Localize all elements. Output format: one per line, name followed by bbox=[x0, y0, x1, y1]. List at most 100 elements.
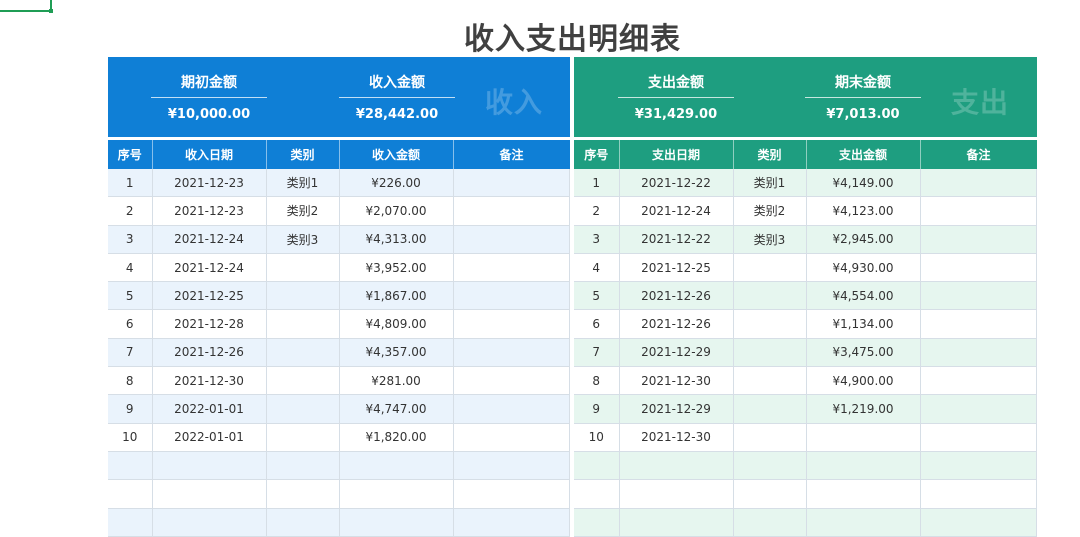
expense-cell-amount[interactable] bbox=[806, 423, 921, 452]
income-cell-category[interactable] bbox=[266, 281, 340, 311]
expense-cell-note[interactable] bbox=[920, 253, 1037, 283]
expense-cell-category[interactable]: 类别3 bbox=[733, 225, 807, 254]
income-cell-seq[interactable]: 4 bbox=[108, 253, 153, 283]
income-col-date-header[interactable]: 收入日期 bbox=[152, 140, 267, 169]
expense-cell-amount[interactable]: ¥4,149.00 bbox=[806, 169, 921, 198]
expense-cell-note[interactable] bbox=[920, 338, 1037, 368]
income-col-note-header[interactable]: 备注 bbox=[453, 140, 570, 169]
income-cell-amount[interactable]: ¥1,867.00 bbox=[339, 281, 454, 311]
expense-cell-category[interactable] bbox=[733, 451, 807, 481]
income-cell-seq[interactable]: 3 bbox=[108, 225, 153, 254]
income-cell-seq[interactable]: 5 bbox=[108, 281, 153, 311]
income-cell-note[interactable] bbox=[453, 169, 570, 198]
expense-cell-note[interactable] bbox=[920, 169, 1037, 198]
expense-cell-date[interactable] bbox=[619, 451, 734, 481]
expense-cell-seq[interactable]: 8 bbox=[574, 366, 620, 396]
income-cell-seq[interactable]: 10 bbox=[108, 423, 153, 452]
expense-cell-date[interactable]: 2021-12-22 bbox=[619, 225, 734, 254]
income-cell-note[interactable] bbox=[453, 281, 570, 311]
income-cell-date[interactable]: 2021-12-23 bbox=[152, 169, 267, 198]
income-cell-date[interactable]: 2021-12-28 bbox=[152, 309, 267, 339]
expense-cell-date[interactable]: 2021-12-26 bbox=[619, 309, 734, 339]
expense-col-date-header[interactable]: 支出日期 bbox=[619, 140, 734, 169]
income-cell-date[interactable]: 2022-01-01 bbox=[152, 394, 267, 424]
expense-cell-note[interactable] bbox=[920, 309, 1037, 339]
expense-cell-amount[interactable]: ¥4,123.00 bbox=[806, 196, 921, 226]
income-cell-seq[interactable]: 8 bbox=[108, 366, 153, 396]
income-cell-category[interactable] bbox=[266, 338, 340, 368]
expense-cell-seq[interactable] bbox=[574, 508, 620, 537]
income-cell-note[interactable] bbox=[453, 253, 570, 283]
expense-cell-amount[interactable]: ¥1,134.00 bbox=[806, 309, 921, 339]
expense-cell-seq[interactable]: 10 bbox=[574, 423, 620, 452]
income-cell-note[interactable] bbox=[453, 451, 570, 481]
income-cell-seq[interactable] bbox=[108, 479, 153, 509]
expense-cell-seq[interactable] bbox=[574, 479, 620, 509]
income-cell-date[interactable]: 2021-12-30 bbox=[152, 366, 267, 396]
income-cell-amount[interactable] bbox=[339, 451, 454, 481]
expense-cell-category[interactable] bbox=[733, 281, 807, 311]
income-cell-amount[interactable]: ¥4,747.00 bbox=[339, 394, 454, 424]
income-cell-seq[interactable] bbox=[108, 451, 153, 481]
income-cell-seq[interactable]: 6 bbox=[108, 309, 153, 339]
income-cell-date[interactable]: 2021-12-25 bbox=[152, 281, 267, 311]
income-cell-amount[interactable]: ¥4,357.00 bbox=[339, 338, 454, 368]
income-cell-date[interactable]: 2021-12-24 bbox=[152, 253, 267, 283]
expense-cell-seq[interactable]: 9 bbox=[574, 394, 620, 424]
income-cell-category[interactable] bbox=[266, 479, 340, 509]
income-cell-amount[interactable] bbox=[339, 508, 454, 537]
expense-cell-date[interactable]: 2021-12-30 bbox=[619, 366, 734, 396]
income-cell-date[interactable] bbox=[152, 479, 267, 509]
expense-cell-note[interactable] bbox=[920, 394, 1037, 424]
income-cell-category[interactable] bbox=[266, 423, 340, 452]
income-cell-note[interactable] bbox=[453, 423, 570, 452]
expense-cell-date[interactable]: 2021-12-22 bbox=[619, 169, 734, 198]
expense-cell-date[interactable]: 2021-12-25 bbox=[619, 253, 734, 283]
expense-cell-category[interactable] bbox=[733, 423, 807, 452]
expense-col-category-header[interactable]: 类别 bbox=[733, 140, 807, 169]
income-cell-note[interactable] bbox=[453, 394, 570, 424]
expense-cell-amount[interactable]: ¥3,475.00 bbox=[806, 338, 921, 368]
expense-cell-note[interactable] bbox=[920, 281, 1037, 311]
income-cell-category[interactable] bbox=[266, 451, 340, 481]
income-cell-category[interactable]: 类别1 bbox=[266, 169, 340, 198]
expense-cell-date[interactable]: 2021-12-26 bbox=[619, 281, 734, 311]
expense-cell-amount[interactable]: ¥1,219.00 bbox=[806, 394, 921, 424]
income-cell-seq[interactable]: 9 bbox=[108, 394, 153, 424]
expense-cell-category[interactable] bbox=[733, 309, 807, 339]
expense-cell-category[interactable] bbox=[733, 338, 807, 368]
expense-cell-seq[interactable]: 4 bbox=[574, 253, 620, 283]
expense-cell-amount[interactable] bbox=[806, 479, 921, 509]
expense-cell-amount[interactable]: ¥4,930.00 bbox=[806, 253, 921, 283]
income-cell-seq[interactable]: 7 bbox=[108, 338, 153, 368]
income-cell-amount[interactable] bbox=[339, 479, 454, 509]
expense-cell-amount[interactable]: ¥4,900.00 bbox=[806, 366, 921, 396]
income-cell-seq[interactable]: 2 bbox=[108, 196, 153, 226]
expense-cell-date[interactable] bbox=[619, 479, 734, 509]
expense-cell-category[interactable]: 类别1 bbox=[733, 169, 807, 198]
expense-cell-category[interactable] bbox=[733, 394, 807, 424]
expense-cell-category[interactable]: 类别2 bbox=[733, 196, 807, 226]
income-cell-category[interactable] bbox=[266, 394, 340, 424]
expense-cell-amount[interactable]: ¥2,945.00 bbox=[806, 225, 921, 254]
expense-cell-date[interactable]: 2021-12-24 bbox=[619, 196, 734, 226]
expense-cell-amount[interactable] bbox=[806, 508, 921, 537]
active-cell-cursor[interactable] bbox=[0, 0, 53, 13]
expense-cell-seq[interactable]: 7 bbox=[574, 338, 620, 368]
expense-cell-date[interactable]: 2021-12-29 bbox=[619, 338, 734, 368]
income-cell-amount[interactable]: ¥3,952.00 bbox=[339, 253, 454, 283]
income-cell-amount[interactable]: ¥1,820.00 bbox=[339, 423, 454, 452]
income-cell-note[interactable] bbox=[453, 225, 570, 254]
income-cell-category[interactable] bbox=[266, 366, 340, 396]
income-cell-category[interactable]: 类别3 bbox=[266, 225, 340, 254]
expense-col-seq-header[interactable]: 序号 bbox=[574, 140, 620, 169]
income-cell-note[interactable] bbox=[453, 479, 570, 509]
income-cell-date[interactable] bbox=[152, 508, 267, 537]
income-cell-date[interactable]: 2021-12-23 bbox=[152, 196, 267, 226]
income-cell-amount[interactable]: ¥4,809.00 bbox=[339, 309, 454, 339]
income-col-category-header[interactable]: 类别 bbox=[266, 140, 340, 169]
expense-col-amount-header[interactable]: 支出金额 bbox=[806, 140, 921, 169]
income-cell-note[interactable] bbox=[453, 196, 570, 226]
expense-cell-note[interactable] bbox=[920, 225, 1037, 254]
income-cell-category[interactable]: 类别2 bbox=[266, 196, 340, 226]
